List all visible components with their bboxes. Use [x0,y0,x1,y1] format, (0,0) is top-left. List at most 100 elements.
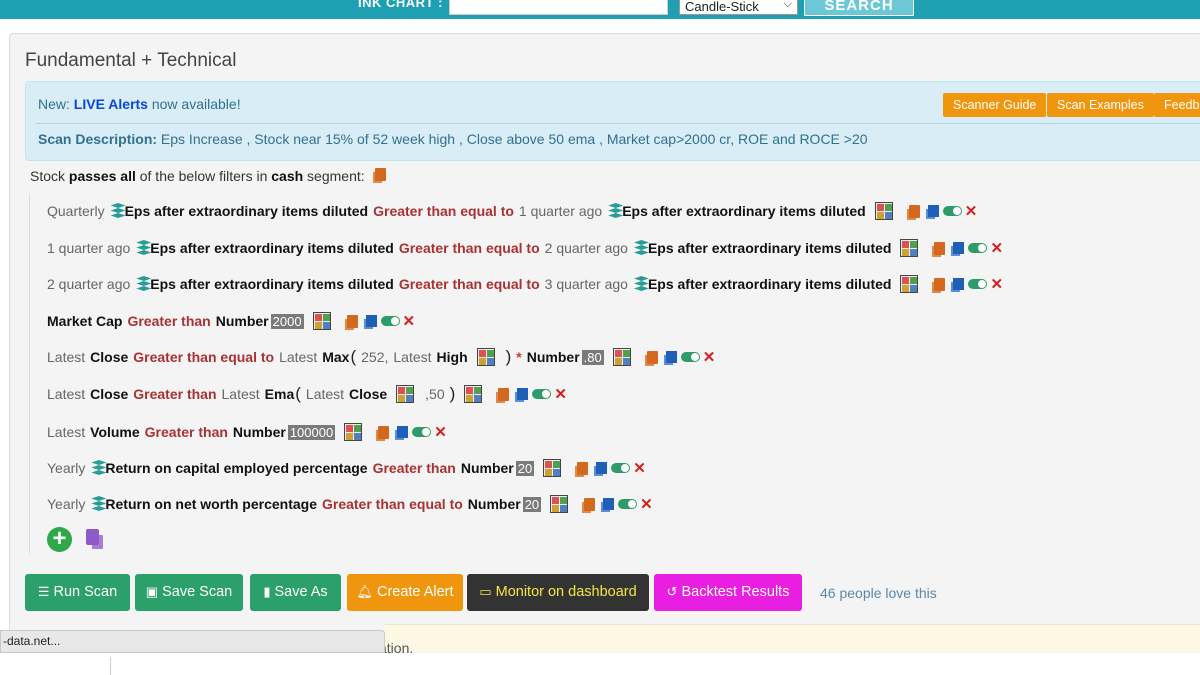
scan-examples-button[interactable]: Scan Examples [1047,93,1154,117]
duplicate-icon[interactable] [953,278,965,290]
measure-select[interactable]: High [437,349,468,365]
measure-select[interactable]: Eps after extraordinary items diluted [125,203,369,219]
chart-type-select[interactable]: Candle-Stick ⌵ [679,0,798,15]
number-input[interactable]: 2000 [270,313,304,329]
calculator-icon[interactable] [612,348,631,366]
duplicate-icon[interactable] [517,388,529,400]
delete-icon[interactable]: ✕ [633,461,646,476]
timeframe-select[interactable]: Yearly [47,460,85,476]
calculator-icon[interactable] [464,385,483,403]
timeframe-select[interactable]: Yearly [47,496,85,512]
copy-icon[interactable] [934,241,946,255]
scanner-guide-button[interactable]: Scanner Guide [943,93,1047,117]
toggle-icon[interactable] [968,243,988,253]
delete-icon[interactable]: ✕ [990,277,1003,292]
delete-icon[interactable]: ✕ [554,387,567,402]
copy-icon[interactable] [908,204,920,218]
calculator-icon[interactable] [874,202,893,220]
calculator-icon[interactable] [900,275,919,293]
timeframe-select[interactable]: Quarterly [47,203,105,219]
timeframe-select[interactable]: Latest [47,386,85,402]
delete-icon[interactable]: ✕ [403,314,416,329]
copy-icon[interactable] [577,461,589,475]
timeframe-select[interactable]: Latest [306,386,344,402]
copy-icon[interactable] [346,314,358,328]
measure-select[interactable]: Close [90,349,128,365]
measure-select[interactable]: Market Cap [47,313,122,329]
timeframe-select[interactable]: Latest [222,386,260,402]
add-filter-icon[interactable]: + [47,527,72,552]
timeframe-select[interactable]: Latest [393,349,431,365]
passes-all-select[interactable]: passes all [69,168,136,184]
measure-select[interactable]: Volume [90,424,140,440]
search-button[interactable]: SEARCH [804,0,914,16]
number-input[interactable]: 20 [515,460,535,476]
delete-icon[interactable]: ✕ [640,497,653,512]
toggle-icon[interactable] [968,279,988,289]
calculator-icon[interactable] [900,239,919,257]
delete-icon[interactable]: ✕ [965,204,978,219]
measure-select[interactable]: Eps after extraordinary items diluted [150,240,394,256]
toggle-icon[interactable] [680,352,700,362]
number-input[interactable]: 20 [522,496,542,512]
measure-select[interactable]: Return on capital employed percentage [105,460,367,476]
live-alerts-link[interactable]: LIVE Alerts [74,96,148,112]
toggle-icon[interactable] [942,206,962,216]
measure-select[interactable]: Close [90,386,128,402]
monitor-dashboard-button[interactable]: ▭ Monitor on dashboard [467,574,649,611]
calculator-icon[interactable] [396,385,415,403]
timeframe-select[interactable]: 1 quarter ago [519,203,602,219]
toggle-icon[interactable] [532,389,552,399]
feedback-button[interactable]: Feedb [1154,93,1200,117]
function-select[interactable]: Max [322,349,349,365]
copy-icon[interactable] [584,497,596,511]
calculator-icon[interactable] [550,495,569,513]
paste-filter-icon[interactable] [86,529,99,545]
timeframe-select[interactable]: 2 quarter ago [545,240,628,256]
operator-select[interactable]: Greater than equal to [373,203,514,219]
copy-icon[interactable] [498,387,510,401]
measure-select[interactable]: Eps after extraordinary items diluted [622,203,866,219]
function-select[interactable]: Ema [265,386,295,402]
measure-select[interactable]: Return on net worth percentage [105,496,317,512]
delete-icon[interactable]: ✕ [990,241,1003,256]
operator-select[interactable]: Greater than [133,386,216,402]
measure-select[interactable]: Eps after extraordinary items diluted [150,276,394,292]
love-count[interactable]: 46 people love this [820,585,937,601]
number-input[interactable]: 100000 [287,424,336,440]
timeframe-select[interactable]: Latest [47,424,85,440]
create-alert-button[interactable]: 🔔︎ Create Alert [347,574,463,611]
measure-select[interactable]: Eps after extraordinary items diluted [648,240,892,256]
run-scan-button[interactable]: ☰ Run Scan [25,574,130,611]
period-input[interactable]: 252, [361,349,388,365]
copy-icon[interactable] [646,350,658,364]
calculator-icon[interactable] [543,459,562,477]
operator-select[interactable]: Greater than equal to [322,496,463,512]
calculator-icon[interactable] [476,348,495,366]
operator-select[interactable]: Greater than equal to [133,349,274,365]
backtest-results-button[interactable]: ↺ Backtest Results [654,574,802,611]
toggle-icon[interactable] [412,427,432,437]
timeframe-select[interactable]: 1 quarter ago [47,240,130,256]
save-scan-button[interactable]: ▣ Save Scan [135,574,243,611]
duplicate-icon[interactable] [665,351,677,363]
duplicate-icon[interactable] [365,315,377,327]
copy-icon[interactable] [934,277,946,291]
duplicate-icon[interactable] [596,462,608,474]
duplicate-icon[interactable] [953,242,965,254]
measure-select[interactable]: Eps after extraordinary items diluted [648,276,892,292]
delete-icon[interactable]: ✕ [703,350,716,365]
save-as-button[interactable]: ▮ Save As [250,574,341,611]
operator-select[interactable]: Greater than [127,313,210,329]
timeframe-select[interactable]: 2 quarter ago [47,276,130,292]
timeframe-select[interactable]: Latest [279,349,317,365]
multiply-operator[interactable]: * [516,349,521,365]
timeframe-select[interactable]: Latest [47,349,85,365]
operator-select[interactable]: Greater than equal to [399,276,540,292]
duplicate-icon[interactable] [927,205,939,217]
duplicate-icon[interactable] [397,426,409,438]
timeframe-select[interactable]: 3 quarter ago [545,276,628,292]
measure-select[interactable]: Close [349,386,387,402]
copy-icon[interactable] [378,425,390,439]
copy-icon[interactable] [374,168,386,181]
